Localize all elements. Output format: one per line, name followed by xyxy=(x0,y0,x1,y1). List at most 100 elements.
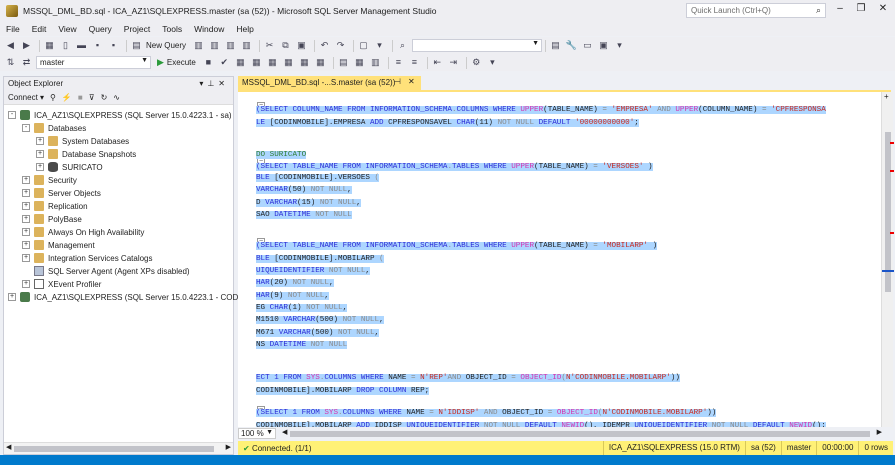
code-line[interactable]: (SELECT TABLE_NAME FROM INFORMATION_SCHE… xyxy=(256,240,658,252)
pin-icon[interactable]: ⊣ xyxy=(394,77,401,86)
collapse-icon[interactable]: - xyxy=(22,124,30,132)
query-options-icon[interactable]: ▦ xyxy=(250,56,263,69)
connect-icon[interactable]: ⇅ xyxy=(4,56,17,69)
activity-monitor-icon[interactable]: ∿ xyxy=(113,93,120,102)
database-selector[interactable]: master ▼ xyxy=(36,56,151,69)
code-line[interactable]: BLE [CODINMOBILE].VERSOES ( xyxy=(256,172,380,184)
estimated-plan-icon[interactable]: ▦ xyxy=(234,56,247,69)
code-line[interactable]: (SELECT COLUMN_NAME FROM INFORMATION_SCH… xyxy=(256,104,826,116)
dmx-query-icon[interactable]: ▥ xyxy=(208,39,221,52)
undo-icon[interactable]: ↶ xyxy=(318,39,331,52)
expand-icon[interactable]: + xyxy=(22,280,30,288)
dropdown-arrow-icon[interactable]: ▾ xyxy=(373,39,386,52)
results-to-file-icon[interactable]: ▥ xyxy=(369,56,382,69)
code-line[interactable]: M671 VARCHAR(500) NOT NULL, xyxy=(256,327,380,339)
close-icon[interactable]: ✕ xyxy=(218,79,229,88)
connect-dropdown[interactable]: Connect ▾ xyxy=(8,93,44,102)
zoom-selector[interactable]: 100 % ▼ xyxy=(238,428,276,439)
copy-icon[interactable]: ⧉ xyxy=(279,39,292,52)
increase-indent-icon[interactable]: ⇥ xyxy=(447,56,460,69)
tree-node-polybase[interactable]: + PolyBase xyxy=(22,213,82,225)
code-line[interactable]: VARCHAR(50) NOT NULL, xyxy=(256,184,352,196)
intellisense-icon[interactable]: ▦ xyxy=(266,56,279,69)
tree-node-security[interactable]: + Security xyxy=(22,174,77,186)
screen-icon[interactable]: ▢ xyxy=(357,39,370,52)
editor-horizontal-scrollbar[interactable]: ◀ ▶ xyxy=(282,429,882,438)
expand-icon[interactable]: + xyxy=(8,293,16,301)
chevron-down-icon[interactable]: ▼ xyxy=(141,57,148,64)
new-query-button[interactable]: ▤ New Query xyxy=(130,39,186,52)
horizontal-scrollbar[interactable]: ◀ ▶ xyxy=(4,442,233,454)
results-to-text-icon[interactable]: ▤ xyxy=(337,56,350,69)
code-line[interactable]: (SELECT 1 FROM SYS.COLUMNS WHERE NAME = … xyxy=(256,407,717,419)
menu-project[interactable]: Project xyxy=(118,24,156,34)
code-line[interactable]: D VARCHAR(15) NOT NULL, xyxy=(256,197,361,209)
scroll-up-icon[interactable]: + xyxy=(884,92,889,101)
stop-icon[interactable]: ■ xyxy=(202,56,215,69)
live-stats-icon[interactable]: ▦ xyxy=(298,56,311,69)
close-window-icon[interactable]: ✕ xyxy=(875,3,891,18)
code-line[interactable]: NS DATETIME NOT NULL xyxy=(256,339,348,351)
code-line[interactable]: DO SURICATO xyxy=(256,149,307,161)
code-line[interactable]: M1510 VARCHAR(500) NOT NULL, xyxy=(256,314,384,326)
expand-icon[interactable]: + xyxy=(36,163,44,171)
menu-edit[interactable]: Edit xyxy=(26,24,53,34)
tree-node-system-databases[interactable]: + System Databases xyxy=(36,135,129,147)
new-project-icon[interactable]: ▦ xyxy=(43,39,56,52)
tree-node-server[interactable]: - ICA_AZ1\SQLEXPRESS (SQL Server 15.0.422… xyxy=(8,109,232,121)
paste-icon[interactable]: ▣ xyxy=(295,39,308,52)
expand-icon[interactable]: + xyxy=(36,137,44,145)
wrench-icon[interactable]: 🔧 xyxy=(565,39,578,52)
menu-window[interactable]: Window xyxy=(188,24,230,34)
code-line[interactable]: EG CHAR(1) NOT NULL, xyxy=(256,302,348,314)
disconnect-icon[interactable]: ⚡ xyxy=(62,93,72,102)
expand-icon[interactable]: + xyxy=(36,150,44,158)
refresh-icon[interactable]: ↻ xyxy=(101,93,108,102)
scrollbar-thumb[interactable] xyxy=(14,446,214,452)
actual-plan-icon[interactable]: ▦ xyxy=(282,56,295,69)
connect-plug-icon[interactable]: ⚲ xyxy=(50,93,56,102)
scroll-right-icon[interactable]: ▶ xyxy=(226,443,231,451)
client-stats-icon[interactable]: ▦ xyxy=(314,56,327,69)
tree-node-always-on[interactable]: + Always On High Availability xyxy=(22,226,144,238)
tree-node-suricato[interactable]: + SURICATO xyxy=(36,161,103,173)
window-layout-icon[interactable]: ▣ xyxy=(597,39,610,52)
toolbox-icon[interactable]: ▭ xyxy=(581,39,594,52)
specify-values-icon[interactable]: ⚙ xyxy=(470,56,483,69)
sql-editor[interactable]: − − − − (SELECT COLUMN_NAME FROM INFORMA… xyxy=(238,92,881,427)
menu-view[interactable]: View xyxy=(52,24,82,34)
vertical-scrollbar[interactable]: + xyxy=(881,92,894,427)
expand-icon[interactable]: + xyxy=(22,202,30,210)
scroll-left-icon[interactable]: ◀ xyxy=(282,428,287,436)
pin-icon[interactable]: ⊥ xyxy=(207,79,218,88)
code-line[interactable]: UIQUEIDENTIFIER NOT NULL, xyxy=(256,265,370,277)
expand-icon[interactable]: + xyxy=(22,189,30,197)
save-icon[interactable]: ▪ xyxy=(91,39,104,52)
xmla-query-icon[interactable]: ▥ xyxy=(224,39,237,52)
search-icon[interactable]: ⌕ xyxy=(816,5,821,16)
save-all-icon[interactable]: ▪ xyxy=(107,39,120,52)
chevron-down-icon[interactable]: ▼ xyxy=(266,429,273,436)
expand-icon[interactable]: + xyxy=(22,176,30,184)
scrollbar-thumb[interactable] xyxy=(290,431,870,437)
tree-node-databases[interactable]: - Databases xyxy=(22,122,86,134)
dax-query-icon[interactable]: ▥ xyxy=(240,39,253,52)
menu-help[interactable]: Help xyxy=(230,24,259,34)
expand-icon[interactable]: + xyxy=(22,241,30,249)
tree-node-replication[interactable]: + Replication xyxy=(22,200,88,212)
tree-node-database-snapshots[interactable]: + Database Snapshots xyxy=(36,148,136,160)
code-line[interactable]: BLE [CODINMOBILE].MOBILARP ( xyxy=(256,253,384,265)
tree-node-xevent-profiler[interactable]: + XEvent Profiler xyxy=(22,278,101,290)
comment-icon[interactable]: ≡ xyxy=(392,56,405,69)
cut-icon[interactable]: ✂ xyxy=(263,39,276,52)
forward-icon[interactable]: ▶ xyxy=(20,39,33,52)
scroll-right-icon[interactable]: ▶ xyxy=(877,428,882,436)
parse-icon[interactable]: ✔ xyxy=(218,56,231,69)
results-to-grid-icon[interactable]: ▦ xyxy=(353,56,366,69)
stop-icon[interactable]: ■ xyxy=(78,93,83,102)
tree-node-server-2[interactable]: + ICA_AZ1\SQLEXPRESS (SQL Server 15.0.422… xyxy=(8,291,240,303)
code-line[interactable]: LE [CODINMOBILE].EMPRESA ADD CPFRESPONSA… xyxy=(256,117,639,129)
find-icon[interactable]: ⌕ xyxy=(396,39,409,52)
mdx-query-icon[interactable]: ▥ xyxy=(192,39,205,52)
tree-node-integration-services[interactable]: + Integration Services Catalogs xyxy=(22,252,153,264)
